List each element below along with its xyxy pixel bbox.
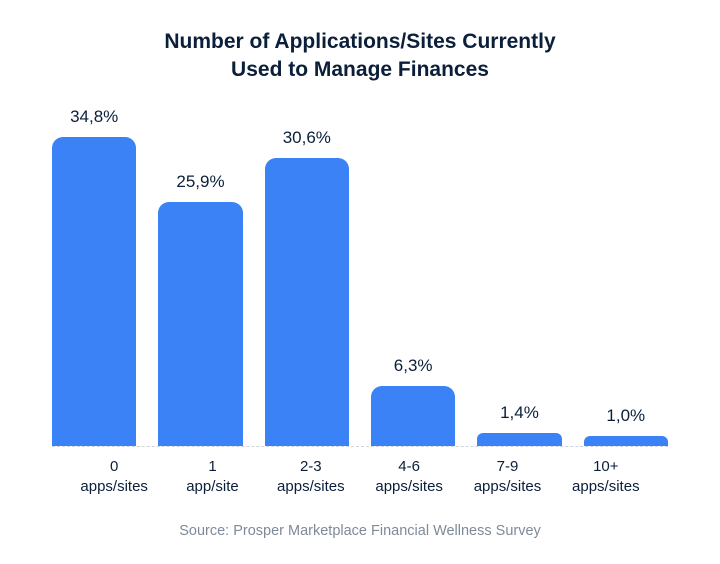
bar [265, 158, 349, 446]
x-axis: 0apps/sites 1app/site 2-3apps/sites 4-6apps… [52, 447, 668, 498]
chart-container: Number of Applications/Sites Currently U… [0, 0, 720, 564]
chart-title-line2: Used to Manage Finances [231, 58, 489, 81]
bar-value-label: 1,4% [500, 403, 539, 423]
bar-slot: 34,8% [52, 107, 136, 446]
x-tick: 10+apps/sites [568, 457, 644, 498]
bar [371, 386, 455, 445]
bar-slot: 30,6% [265, 107, 349, 446]
bar [584, 436, 668, 445]
bar-value-label: 34,8% [70, 107, 118, 127]
x-tick: 4-6apps/sites [371, 457, 447, 498]
bar-value-label: 25,9% [176, 172, 224, 192]
bar-value-label: 1,0% [606, 406, 645, 426]
bar-slot: 25,9% [158, 107, 242, 446]
x-tick: 2-3apps/sites [273, 457, 349, 498]
plot-outer: 34,8% 25,9% 30,6% 6,3% 1,4% 1,0% 0apps/sites 1… [28, 107, 692, 498]
bar-slot: 1,0% [584, 107, 668, 446]
chart-title: Number of Applications/Sites Currently U… [164, 28, 555, 85]
bar [158, 202, 242, 446]
chart-source: Source: Prosper Marketplace Financial We… [28, 523, 692, 539]
bar-slot: 1,4% [477, 107, 561, 446]
chart-title-line1: Number of Applications/Sites Currently [164, 30, 555, 53]
x-tick: 7-9apps/sites [469, 457, 545, 498]
bar-value-label: 30,6% [283, 128, 331, 148]
bar [477, 433, 561, 446]
x-tick: 0apps/sites [76, 457, 152, 498]
plot-area: 34,8% 25,9% 30,6% 6,3% 1,4% 1,0% [52, 107, 668, 447]
bar-value-label: 6,3% [394, 356, 433, 376]
bar-slot: 6,3% [371, 107, 455, 446]
x-tick: 1app/site [174, 457, 250, 498]
bar [52, 137, 136, 446]
